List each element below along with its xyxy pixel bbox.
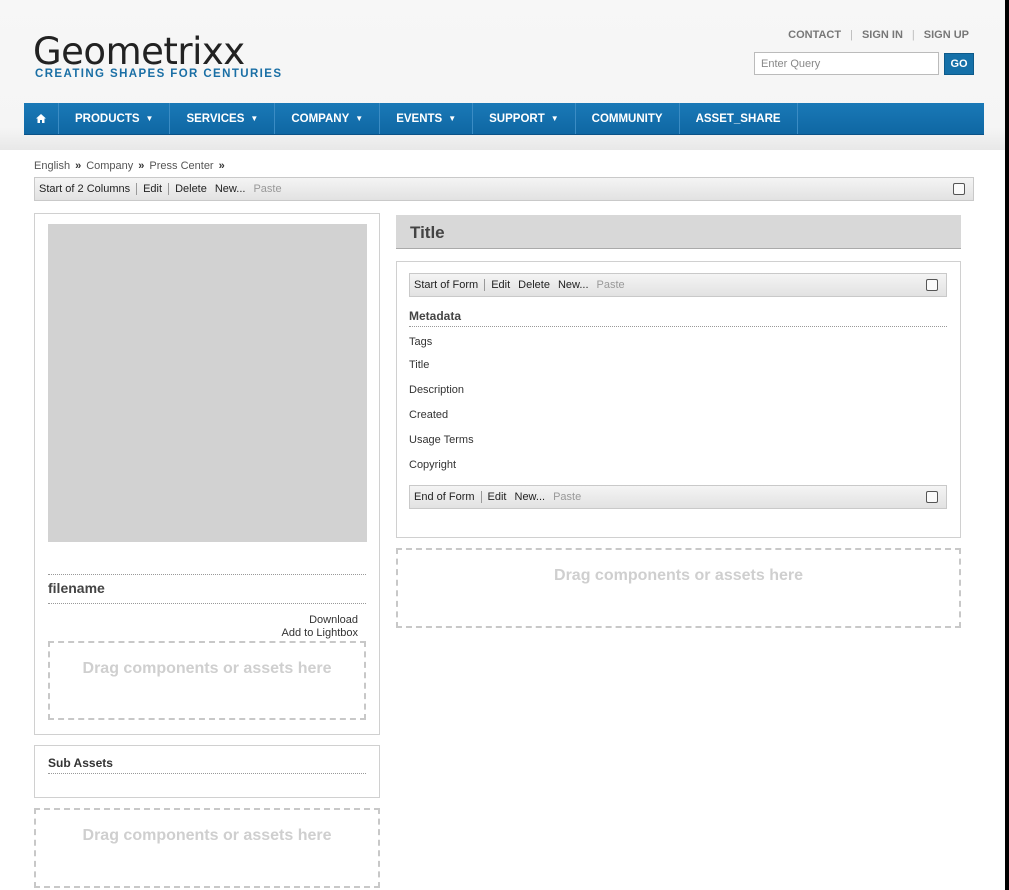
chevron-down-icon: ▼ — [355, 114, 364, 123]
chevron-down-icon: ▼ — [145, 114, 154, 123]
columns-edit-bar: Start of 2 Columns Edit Delete New... Pa… — [34, 177, 974, 201]
edit-button[interactable]: Edit — [482, 491, 511, 503]
form-start-label: Start of Form — [410, 279, 486, 291]
nav-events[interactable]: EVENTS ▼ — [380, 103, 474, 134]
paste-button: Paste — [596, 279, 625, 291]
select-checkbox[interactable] — [926, 279, 938, 291]
link-separator: | — [850, 29, 853, 41]
window-edge — [1005, 0, 1009, 890]
paste-button: Paste — [253, 183, 282, 195]
nav-community[interactable]: COMMUNITY — [576, 103, 680, 134]
sub-assets-heading: Sub Assets — [48, 756, 113, 770]
drop-zone[interactable]: Drag components or assets here — [34, 808, 380, 888]
divider — [48, 574, 366, 575]
field-description: Description — [409, 384, 465, 396]
nav-services[interactable]: SERVICES ▼ — [170, 103, 276, 134]
paste-button: Paste — [553, 491, 582, 503]
divider — [48, 773, 366, 774]
field-copyright: Copyright — [409, 459, 457, 471]
link-separator: | — [911, 29, 915, 41]
new-button[interactable]: New... — [511, 491, 550, 503]
edit-button[interactable]: Edit — [137, 183, 170, 195]
page-title: Title — [410, 223, 445, 242]
nav-home[interactable] — [24, 103, 59, 134]
delete-button[interactable]: Delete — [169, 183, 211, 195]
field-title: Title — [409, 359, 430, 371]
nav-products[interactable]: PRODUCTS ▼ — [59, 103, 171, 134]
nav-asset-share[interactable]: ASSET_SHARE — [680, 103, 798, 134]
select-checkbox[interactable] — [953, 183, 965, 195]
search-go-button[interactable]: GO — [944, 53, 974, 75]
home-icon — [36, 114, 46, 123]
title-component[interactable]: Title — [396, 215, 961, 249]
chevron-down-icon: ▼ — [550, 114, 559, 123]
form-end-bar: End of Form Edit New... Paste — [409, 485, 947, 509]
top-links: CONTACT | SIGN IN | SIGN UP — [788, 29, 969, 41]
breadcrumb-english[interactable]: English — [34, 160, 70, 172]
field-created: Created — [409, 409, 449, 421]
edit-button[interactable]: Edit — [485, 279, 514, 291]
asset-image-placeholder — [48, 224, 367, 542]
breadcrumb: English» Company» Press Center» — [34, 160, 225, 172]
search-input[interactable] — [754, 52, 939, 75]
breadcrumb-press-center[interactable]: Press Center — [149, 160, 213, 172]
asset-filename: filename — [48, 580, 105, 596]
delete-button[interactable]: Delete — [514, 279, 554, 291]
contact-link[interactable]: CONTACT — [788, 29, 841, 41]
sign-up-link[interactable]: SIGN UP — [924, 29, 969, 41]
nav-support[interactable]: SUPPORT ▼ — [473, 103, 576, 134]
form-end-label: End of Form — [410, 491, 482, 503]
nav-company[interactable]: COMPANY ▼ — [275, 103, 381, 134]
download-link[interactable]: Download — [309, 614, 358, 626]
divider — [409, 326, 947, 327]
sign-in-link[interactable]: SIGN IN — [862, 29, 903, 41]
select-checkbox[interactable] — [926, 491, 938, 503]
new-button[interactable]: New... — [554, 279, 593, 291]
columns-bar-label: Start of 2 Columns — [35, 183, 138, 195]
field-tags: Tags — [409, 336, 433, 348]
drop-zone[interactable]: Drag components or assets here — [48, 641, 366, 720]
field-usage-terms: Usage Terms — [409, 434, 474, 446]
sub-assets-panel — [34, 745, 380, 798]
form-start-bar: Start of Form Edit Delete New... Paste — [409, 273, 947, 297]
new-button[interactable]: New... — [211, 183, 250, 195]
metadata-heading: Metadata — [409, 309, 462, 323]
breadcrumb-company[interactable]: Company — [86, 160, 133, 172]
chevron-down-icon: ▼ — [448, 114, 457, 123]
site-tagline: CREATING SHAPES FOR CENTURIES — [35, 68, 283, 80]
drop-zone[interactable]: Drag components or assets here — [396, 548, 961, 628]
divider — [48, 603, 366, 604]
site-logo[interactable]: Geometrixx — [33, 30, 245, 73]
main-nav: PRODUCTS ▼ SERVICES ▼ COMPANY ▼ EVENTS ▼ SUP… — [24, 103, 984, 135]
chevron-down-icon: ▼ — [250, 114, 259, 123]
add-to-lightbox-link[interactable]: Add to Lightbox — [282, 627, 358, 639]
